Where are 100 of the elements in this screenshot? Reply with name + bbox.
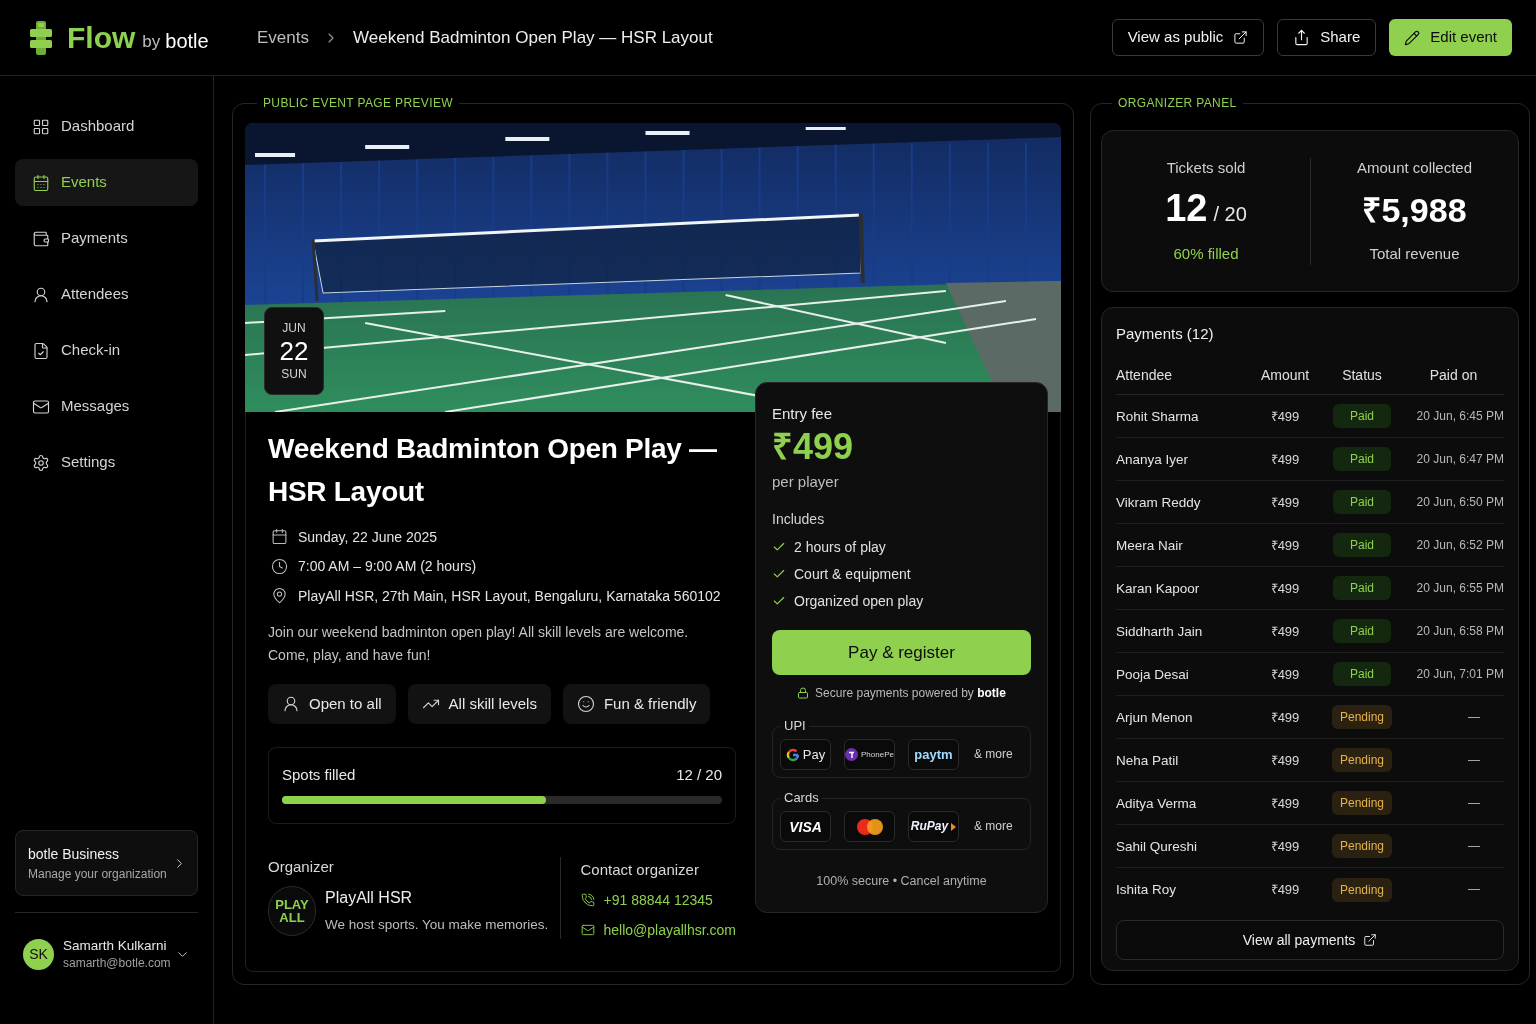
event-detail: 7:00 AM – 9:00 AM (2 hours) (298, 557, 477, 576)
payment-date: 20 Jun, 6:55 PM (1416, 580, 1504, 596)
attendee-name: Rohit Sharma (1116, 407, 1199, 425)
breadcrumb-current: Weekend Badminton Open Play — HSR Layout (353, 26, 713, 49)
contact-heading: Contact organizer (580, 859, 700, 880)
calendar-icon (32, 173, 50, 192)
business-card[interactable]: botle Business Manage your organization (15, 830, 198, 896)
includes-label: Includes (772, 510, 826, 529)
payment-group-label: Cards (783, 790, 820, 806)
payment-date: — (1467, 709, 1481, 725)
payment-amount: ₹499 (1270, 450, 1300, 468)
payment-date: 20 Jun, 7:01 PM (1416, 666, 1504, 682)
attendee-name: Vikram Reddy (1116, 493, 1201, 511)
stat-value: ₹5,988 (1362, 189, 1467, 230)
price: ₹499 (772, 426, 855, 468)
stat-label: Amount collected (1356, 157, 1473, 178)
attendee-name: Siddharth Jain (1116, 622, 1203, 640)
payment-amount: ₹499 (1270, 881, 1300, 898)
pencil-icon (1404, 29, 1421, 46)
panel-heading: PUBLIC EVENT PAGE PREVIEW (262, 95, 454, 111)
status-badge: Pending (1332, 791, 1392, 815)
payment-date: 20 Jun, 6:52 PM (1416, 537, 1504, 553)
column-header: Status (1342, 365, 1382, 384)
status-badge: Paid (1333, 533, 1391, 557)
event-detail: Sunday, 22 June 2025 (298, 527, 438, 546)
column-header: Paid on (1429, 365, 1478, 384)
date-day: 22 (279, 335, 309, 367)
document-check-icon (32, 341, 50, 360)
sidebar-item[interactable]: Payments (15, 215, 198, 262)
email-link[interactable]: hello@playallhsr.com (603, 920, 736, 939)
brand-owner: botle (165, 28, 209, 53)
map-pin-icon (271, 587, 288, 605)
event-detail: PlayAll HSR, 27th Main, HSR Layout, Bengaluru, Karnataka 560102 (298, 586, 721, 605)
business-title: botle Business (28, 844, 121, 863)
phone-icon (580, 892, 595, 907)
tag-label: Fun & friendly (603, 694, 697, 713)
smiley-icon (576, 694, 595, 713)
organizer-tagline: We host sports. You make memories. (325, 916, 549, 933)
tag-label: All skill levels (448, 694, 537, 713)
payment-date: — (1467, 752, 1481, 768)
calendar-icon (271, 528, 288, 546)
attendee-name: Meera Nair (1116, 536, 1183, 554)
view-all-payments-button[interactable]: View all payments (1116, 920, 1504, 960)
business-subtitle: Manage your organization (28, 866, 167, 882)
included-item: Court & equipment (794, 564, 911, 583)
more-methods-label: & more (974, 819, 1013, 834)
payment-amount: ₹499 (1270, 751, 1300, 769)
entry-fee-label: Entry fee (772, 404, 834, 424)
external-link-icon (1363, 933, 1378, 947)
status-badge: Paid (1333, 447, 1391, 471)
included-item: Organized open play (794, 591, 924, 610)
payment-group-label: UPI (783, 718, 807, 734)
sidebar-item[interactable]: Dashboard (15, 103, 198, 150)
stat-total: / 20 (1213, 201, 1247, 226)
breadcrumb-link[interactable]: Events (257, 26, 309, 49)
organizer-heading: Organizer (268, 856, 335, 877)
logo-icon (30, 20, 52, 55)
status-badge: Paid (1333, 619, 1391, 643)
column-header: Amount (1260, 365, 1310, 384)
attendee-name: Arjun Menon (1116, 708, 1193, 726)
sidebar-item[interactable]: Check-in (15, 327, 198, 374)
share-button[interactable]: Share (1277, 19, 1377, 56)
attendee-name: Neha Patil (1116, 751, 1179, 769)
payment-date: — (1467, 882, 1481, 897)
attendee-name: Sahil Qureshi (1116, 837, 1198, 855)
person-icon (32, 285, 50, 304)
brand-by: by (142, 30, 161, 53)
phone-link[interactable]: +91 88844 12345 (603, 890, 713, 909)
attendee-name: Pooja Desai (1116, 665, 1189, 683)
payment-amount: ₹499 (1270, 622, 1300, 640)
tag-label: Open to all (309, 694, 382, 713)
mail-icon (580, 922, 595, 937)
payment-amount: ₹499 (1270, 708, 1300, 726)
lock-icon (797, 687, 810, 699)
person-icon (282, 694, 300, 713)
column-header: Attendee (1116, 365, 1173, 384)
sidebar-item[interactable]: Attendees (15, 271, 198, 318)
sidebar-item[interactable]: Events (15, 159, 198, 206)
external-link-icon (1233, 30, 1249, 45)
edit-event-button[interactable]: Edit event (1389, 19, 1512, 56)
payment-date: 20 Jun, 6:45 PM (1416, 408, 1504, 424)
payment-date: — (1467, 795, 1481, 811)
sidebar-item[interactable]: Messages (15, 383, 198, 430)
share-icon (1293, 29, 1311, 46)
g-logo-icon (785, 747, 800, 762)
pay-register-button[interactable]: Pay & register (772, 630, 1031, 675)
stat-note: 60% filled (1173, 243, 1239, 264)
spots-label: Spots filled (282, 764, 356, 785)
status-badge: Paid (1333, 404, 1391, 428)
clock-icon (271, 557, 288, 575)
overlapping-circles-icon (856, 818, 883, 835)
payment-date: 20 Jun, 6:47 PM (1416, 451, 1504, 467)
date-weekday: SUN (281, 366, 307, 382)
status-badge: Pending (1332, 705, 1392, 729)
grid-icon (32, 117, 50, 136)
event-description: Join our weekend badminton open play! All skill levels are welcome. Come, play, and have fun! (268, 622, 690, 665)
view-public-button[interactable]: View as public (1111, 19, 1265, 56)
sidebar-item[interactable]: Settings (15, 439, 198, 486)
more-methods-label: & more (974, 747, 1013, 762)
status-badge: Paid (1333, 490, 1391, 514)
